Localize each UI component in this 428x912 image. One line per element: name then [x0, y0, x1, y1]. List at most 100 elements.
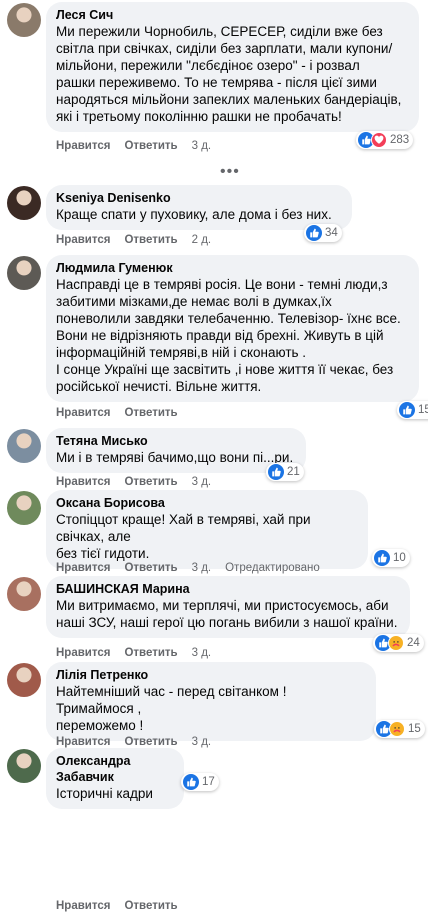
reaction-count: 283 [390, 134, 410, 146]
comment-text-line: рашки переживемо. То не темрява - після … [56, 75, 377, 90]
like-button[interactable]: Нравится [56, 562, 110, 574]
like-button[interactable]: Нравится [56, 140, 110, 152]
reaction-count: 10 [393, 552, 406, 564]
comment-actions: Нравится Ответить 3 д. [56, 736, 211, 748]
comment-bubble: Людмила Гуменюк Насправді це в темряві ро… [46, 255, 419, 402]
comment-author[interactable]: Олександра Забавчик [56, 753, 174, 785]
comment-timestamp[interactable]: 2 д. [192, 234, 212, 246]
reactions-badge[interactable]: 21 [266, 463, 304, 481]
more-replies-dots[interactable]: ••• [220, 163, 240, 181]
comment-text-line: забитими мізками,де немає волі в думках,… [56, 294, 332, 309]
reactions-badge[interactable]: 34 [304, 224, 342, 242]
comment-bubble: Оксана Борисова Стопіццот краще! Хай в те… [46, 490, 368, 569]
avatar[interactable] [7, 429, 41, 463]
like-button[interactable]: Нравится [56, 234, 110, 246]
like-icon [306, 225, 322, 241]
comment-bubble: Лілія Петренко Найтемніший час - перед св… [46, 662, 376, 741]
like-icon [374, 550, 390, 566]
comment-text-line: Насправді це в темряві росія. Це вони - … [56, 277, 388, 292]
comment-author[interactable]: Тетяна Мисько [56, 433, 296, 449]
reactions-badge[interactable]: 17 [181, 773, 219, 791]
comment-bubble: Kseniya Denisenko Краще спати у пуховику,… [46, 185, 352, 230]
reply-button[interactable]: Ответить [124, 647, 177, 659]
reply-button[interactable]: Ответить [124, 407, 177, 419]
comment-actions: Нравится Ответить 3 д. [56, 140, 211, 152]
reply-button[interactable]: Ответить [124, 140, 177, 152]
comment-timestamp[interactable]: 3 д. [192, 562, 212, 574]
reaction-count: 21 [287, 466, 300, 478]
reactions-badge[interactable]: 152 [397, 401, 428, 419]
avatar[interactable] [7, 256, 41, 290]
comment-text-line: Ми і в темряві бачимо,що вони пі...ри. [56, 450, 294, 465]
comment-text-line: Краще спати у пуховику, але дома і без н… [56, 207, 332, 222]
comment-author[interactable]: Леся Сич [56, 7, 409, 23]
reply-button[interactable]: Ответить [124, 736, 177, 748]
reply-button[interactable]: Ответить [124, 900, 177, 912]
like-icon [268, 464, 284, 480]
comment-timestamp[interactable]: 3 д. [192, 476, 212, 488]
care-icon [389, 721, 405, 737]
avatar[interactable] [7, 491, 41, 525]
comment-text-line: Найтемніший час - перед світанком ! Трим… [56, 684, 287, 716]
comment-text-line: російської нечисті. Вільне життя. [56, 379, 262, 394]
avatar[interactable] [7, 3, 41, 37]
avatar[interactable] [7, 577, 41, 611]
comment-text-line: без тієї гидоти. [56, 546, 150, 561]
comment-actions: Нравится Ответить 3 д. [56, 647, 211, 659]
comment-text-line: мільйони, пережили "лєбєдіноє озеро" - і… [56, 58, 360, 73]
reply-button[interactable]: Ответить [124, 476, 177, 488]
like-button[interactable]: Нравится [56, 900, 110, 912]
heart-icon [371, 132, 387, 148]
comment-author[interactable]: Kseniya Denisenko [56, 190, 342, 206]
comment-actions: Нравится Ответить 3 д. [56, 476, 211, 488]
comment-text-line: Вони не відрізняють правди від брехні. Ж… [56, 328, 384, 343]
like-button[interactable]: Нравится [56, 407, 110, 419]
comment-text-line: наші ЗСУ, наші герої цю погань вибили з … [56, 615, 398, 630]
reactions-badge[interactable]: 15 [374, 720, 425, 738]
reactions-badge[interactable]: 10 [372, 549, 410, 567]
care-icon [388, 635, 404, 651]
reaction-count: 152 [418, 404, 428, 416]
like-icon [399, 402, 415, 418]
reply-button[interactable]: Ответить [124, 234, 177, 246]
comment-text-line: Стопіццот краще! Хай в темряві, хай при … [56, 512, 311, 544]
comment-author[interactable]: Людмила Гуменюк [56, 260, 409, 276]
like-button[interactable]: Нравится [56, 476, 110, 488]
comment-bubble: Леся Сич Ми пережили Чорнобиль, СЕРЕСЕР, … [46, 2, 419, 132]
avatar[interactable] [7, 663, 41, 697]
comment-text-line: які і третьому поколінню рашки не пробач… [56, 109, 342, 124]
comment-bubble: Олександра Забавчик Історичні кадри [46, 748, 184, 809]
comment-text-line: народяться мільйони запеклих маленьких б… [56, 92, 402, 107]
comment-text-line: поневолили завдяки телебаченню. Телевізо… [56, 311, 401, 326]
edited-label: Отредактировано [225, 562, 320, 574]
comment-text-line: переможемо ! [56, 718, 144, 733]
comment-text-line: І сонце Україні ще засвітить ,і нове жит… [56, 362, 394, 377]
like-button[interactable]: Нравится [56, 647, 110, 659]
comment-actions: Нравится Ответить 3 д. Отредактировано [56, 562, 320, 574]
reactions-badge[interactable]: 24 [373, 634, 424, 652]
reaction-count: 17 [202, 776, 215, 788]
like-icon [183, 774, 199, 790]
comment-timestamp[interactable]: 3 д. [192, 140, 212, 152]
avatar[interactable] [7, 749, 41, 783]
comment-timestamp[interactable]: 3 д. [192, 736, 212, 748]
comment-author[interactable]: Оксана Борисова [56, 495, 358, 511]
comment-actions: Нравится Ответить [56, 407, 178, 419]
comment-author[interactable]: Лілія Петренко [56, 667, 366, 683]
comment-text-line: Ми пережили Чорнобиль, СЕРЕСЕР, сиділи в… [56, 24, 383, 39]
comment-bubble: БАШИНСКАЯ Марина Ми витримаємо, ми терпля… [46, 576, 410, 638]
comment-text-line: інформаційній темряві,в ній і сконають . [56, 345, 307, 360]
comment-text-line: Історичні кадри [56, 786, 153, 801]
comment-text-line: Ми витримаємо, ми терплячі, ми пристосує… [56, 598, 389, 613]
avatar[interactable] [7, 186, 41, 220]
comment-author[interactable]: БАШИНСКАЯ Марина [56, 581, 400, 597]
comment-timestamp[interactable]: 3 д. [192, 647, 212, 659]
reactions-badge[interactable]: 283 [356, 131, 414, 149]
reaction-count: 34 [325, 227, 338, 239]
comment-actions: Нравится Ответить 2 д. [56, 234, 211, 246]
like-button[interactable]: Нравится [56, 736, 110, 748]
comment-text-line: світла при свічках, сиділи без зарплати,… [56, 41, 393, 56]
comment-actions: Нравится Ответить [56, 900, 178, 912]
reaction-count: 24 [407, 637, 420, 649]
reply-button[interactable]: Ответить [124, 562, 177, 574]
